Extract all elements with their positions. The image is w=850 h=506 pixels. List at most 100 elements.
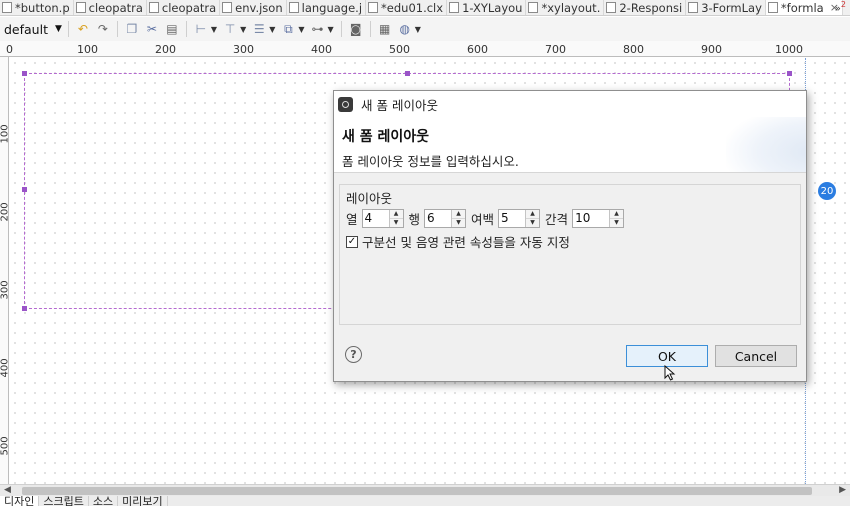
help-button[interactable]: ? <box>345 346 362 363</box>
vertical-ruler: 100 200 300 400 500 <box>0 57 11 484</box>
editor-tab[interactable]: 3-FormLay <box>686 0 766 15</box>
spacing-label: 간격 <box>545 211 569 227</box>
group-label: 레이아웃 <box>346 191 393 206</box>
file-icon <box>2 2 12 13</box>
tab-script[interactable]: 스크립트 <box>39 496 89 506</box>
toolbar-separator <box>340 21 342 37</box>
cut-icon[interactable]: ✂ <box>144 21 160 37</box>
editor-tab[interactable]: *button.p <box>0 0 74 15</box>
align-left-icon[interactable]: ⊢ <box>193 21 209 37</box>
chevron-down-icon[interactable]: ▼ <box>269 25 275 34</box>
check-icon: ✓ <box>347 235 357 247</box>
auto-style-option[interactable]: ✓ 구분선 및 음영 관련 속성들을 자동 지정 <box>346 232 570 251</box>
horizontal-scrollbar[interactable]: ◀ ▶ <box>0 484 850 496</box>
globe-icon[interactable]: ◍ <box>397 21 413 37</box>
spin-up-icon[interactable]: ▲ <box>389 209 403 218</box>
editor-tab-bar: *button.p cleopatra cleopatra env.json l… <box>0 0 850 16</box>
dialog-heading: 새 폼 레이아웃 <box>342 129 430 145</box>
chevron-down-icon[interactable]: ▼ <box>415 25 421 34</box>
editor-tab[interactable]: 1-XYLayou <box>447 0 527 15</box>
spin-up-icon[interactable]: ▲ <box>610 209 624 218</box>
resize-handle[interactable] <box>405 71 410 76</box>
spin-down-icon[interactable]: ▼ <box>452 217 466 227</box>
distribute-icon[interactable]: ☰ <box>251 21 267 37</box>
editor-mode-tabs: 디자인 스크립트 소스 미리보기 <box>0 496 850 506</box>
paste-icon[interactable]: ▤ <box>164 21 180 37</box>
resize-handle[interactable] <box>22 306 27 311</box>
editor-tab[interactable]: language.j <box>287 0 367 15</box>
file-icon <box>767 2 778 13</box>
theme-combo[interactable]: default ▼ <box>2 20 64 38</box>
resize-handle[interactable] <box>22 187 27 192</box>
resize-handle[interactable] <box>22 71 27 76</box>
toolbar-separator <box>369 21 371 37</box>
screenshot-icon[interactable]: ◙ <box>348 21 364 37</box>
group-icon[interactable]: ⧉ <box>280 21 296 37</box>
mouse-cursor-icon <box>664 365 676 381</box>
spin-up-icon[interactable]: ▲ <box>452 209 466 218</box>
editor-tab-label: *edu01.clx <box>381 0 444 15</box>
align-top-icon[interactable]: ⊤ <box>222 21 238 37</box>
chevron-down-icon[interactable]: ▼ <box>240 25 246 34</box>
ok-button[interactable]: OK <box>626 345 708 367</box>
undo-icon[interactable]: ↶ <box>75 21 91 37</box>
auto-style-checkbox[interactable]: ✓ <box>346 235 358 248</box>
file-icon <box>688 2 699 13</box>
tab-overflow-button[interactable]: »2 <box>835 0 846 14</box>
chevron-down-icon[interactable]: ▼ <box>211 25 217 34</box>
columns-spinner[interactable]: ▲▼ <box>361 208 404 228</box>
editor-tab-active[interactable]: *formla × <box>765 0 843 15</box>
hidden-tab-count: 2 <box>840 0 846 9</box>
editor-tab-label: *button.p <box>15 0 70 15</box>
editor-tab[interactable]: *xylayout. <box>526 0 605 15</box>
ruler-label: 200 <box>155 43 176 56</box>
spin-down-icon[interactable]: ▼ <box>610 217 624 227</box>
file-icon <box>288 2 299 13</box>
dialog-header: 새 폼 레이아웃 폼 레이아웃 정보를 입력하십시오. <box>334 117 806 173</box>
rows-input[interactable] <box>425 209 452 227</box>
editor-tab[interactable]: cleopatra <box>74 0 147 15</box>
editor-tab[interactable]: env.json <box>220 0 287 15</box>
theme-combo-value: default <box>4 21 48 37</box>
tab-source[interactable]: 소스 <box>89 496 119 506</box>
redo-icon[interactable]: ↷ <box>95 21 111 37</box>
layout-group: 레이아웃 열 ▲▼ 행 ▲▼ 여백 ▲▼ 간격 ▲▼ ✓ <box>339 184 801 325</box>
spin-up-icon[interactable]: ▲ <box>526 209 540 218</box>
columns-input[interactable] <box>362 209 389 227</box>
ruler-label: 0 <box>6 43 13 56</box>
editor-tab[interactable]: *edu01.clx <box>366 0 448 15</box>
ruler-label: 600 <box>467 43 488 56</box>
chevron-down-icon[interactable]: ▼ <box>298 25 304 34</box>
chevron-left-icon[interactable]: ◀ <box>4 485 11 495</box>
margin-spinner[interactable]: ▲▼ <box>498 208 541 228</box>
rows-spinner[interactable]: ▲▼ <box>424 208 467 228</box>
tab-design[interactable]: 디자인 <box>0 496 40 506</box>
editor-tab-label: 1-XYLayou <box>462 0 523 15</box>
qr-icon[interactable]: ▦ <box>377 21 393 37</box>
cancel-button[interactable]: Cancel <box>715 345 797 367</box>
editor-tab-label: cleopatra <box>161 0 217 15</box>
spacing-spinner[interactable]: ▲▼ <box>572 208 625 228</box>
dialog-titlebar[interactable]: 새 폼 레이아웃 <box>334 91 806 117</box>
chevron-right-icon[interactable]: ▶ <box>839 485 846 495</box>
ruler-label: 100 <box>77 43 98 56</box>
auto-style-checkbox-label[interactable]: 구분선 및 음영 관련 속성들을 자동 지정 <box>362 232 570 251</box>
spacing-input[interactable] <box>573 209 610 227</box>
link-icon[interactable]: ⊶ <box>310 21 326 37</box>
margin-input[interactable] <box>499 209 526 227</box>
ruler-label: 300 <box>0 280 11 300</box>
notification-badge[interactable]: 20 <box>818 182 836 200</box>
tab-preview[interactable]: 미리보기 <box>118 496 168 506</box>
file-icon <box>368 2 379 13</box>
ruler-label: 800 <box>623 43 644 56</box>
chevron-down-icon[interactable]: ▼ <box>328 25 334 34</box>
spin-down-icon[interactable]: ▼ <box>526 217 540 227</box>
editor-tab[interactable]: 2-Responsi <box>604 0 687 15</box>
scrollbar-thumb[interactable] <box>22 487 812 495</box>
copy-icon[interactable]: ❐ <box>124 21 140 37</box>
spin-down-icon[interactable]: ▼ <box>389 217 403 227</box>
editor-tab[interactable]: cleopatra <box>147 0 221 15</box>
resize-handle[interactable] <box>787 71 792 76</box>
file-icon <box>606 2 617 13</box>
editor-tab-label: 2-Responsi <box>619 0 683 15</box>
